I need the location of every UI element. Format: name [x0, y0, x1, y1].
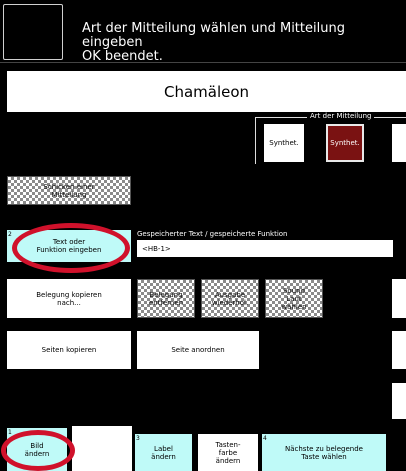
next-key-line-1: Nächste zu belegende: [284, 444, 363, 453]
instruction-line-2: OK beendet.: [82, 49, 163, 64]
message-type-group-label: Art der Mitteilung: [307, 112, 375, 120]
remove-assignment-button[interactable]: Belegung entfernen: [137, 279, 195, 318]
choose-sound-button[interactable]: Sound Laut wählen: [265, 279, 323, 318]
page-title: Chamäleon: [7, 71, 406, 112]
choose-sound-line-2: Laut: [286, 294, 302, 303]
change-image-line-1: Bild: [30, 441, 44, 450]
instruction-line-1: Art der Mitteilung wählen und Mitteilung…: [82, 21, 345, 50]
change-key-color-button[interactable]: Tasten- farbe ändern: [198, 434, 258, 471]
send-message-line-2: Mitteilung: [51, 190, 87, 199]
instruction-text: Art der Mitteilung wählen und Mitteilung…: [82, 22, 400, 64]
right-partial-button-1[interactable]: [392, 279, 406, 318]
right-partial-button-2[interactable]: [392, 331, 406, 369]
send-message-button[interactable]: Schicken einer Mitteilung: [7, 176, 131, 205]
change-key-color-line-3: ändern: [215, 456, 241, 465]
choose-sound-line-3: wählen: [281, 302, 307, 311]
tile-number: 2: [8, 231, 12, 238]
change-label-line-1: Label: [154, 444, 173, 453]
instruction-icon-box: [3, 4, 63, 60]
remove-assignment-line-1: Belegung: [149, 290, 183, 299]
remove-assignment-line-2: entfernen: [148, 298, 184, 307]
choose-sound-line-1: Sound: [282, 286, 306, 295]
repeat-output-button[interactable]: Ausgabe wiederhol.: [201, 279, 259, 318]
tile-number: 3: [136, 435, 140, 442]
tile-number: 1: [8, 429, 12, 436]
stored-function-label: Gespeicherter Text / gespeicherte Funkti…: [137, 230, 288, 238]
change-image-line-2: ändern: [24, 449, 50, 458]
image-preview[interactable]: [72, 426, 132, 471]
tile-number: 4: [263, 435, 267, 442]
text-or-function-line-1: Text oder: [52, 238, 86, 246]
change-label-line-2: ändern: [151, 452, 176, 461]
send-message-line-1: Schicken einer: [43, 182, 95, 191]
change-image-button[interactable]: 1 Bild ändern: [7, 428, 67, 471]
text-or-function-button[interactable]: 2 Text oder Funktion eingeben: [7, 230, 131, 262]
message-type-option-partial[interactable]: [392, 124, 406, 162]
arrange-page-button[interactable]: Seite anordnen: [137, 331, 259, 369]
text-or-function-line-2: Funktion eingeben: [36, 246, 102, 254]
repeat-output-line-2: wiederhol.: [211, 298, 249, 307]
change-key-color-line-1: Tasten-: [215, 440, 241, 449]
copy-assignment-button[interactable]: Belegung kopieren nach...: [7, 279, 131, 318]
repeat-output-line-1: Ausgabe: [214, 290, 246, 299]
stored-function-field[interactable]: <HB-1>: [137, 240, 393, 257]
copy-assignment-line-1: Belegung kopieren: [36, 290, 102, 299]
next-key-button[interactable]: 4 Nächste zu belegende Taste wählen: [262, 434, 386, 471]
right-partial-button-3[interactable]: [392, 383, 406, 419]
change-key-color-line-2: farbe: [218, 448, 238, 457]
next-key-line-2: Taste wählen: [301, 452, 347, 461]
synthetic-option-button[interactable]: Synthet.: [264, 124, 304, 162]
copy-pages-button[interactable]: Seiten kopieren: [7, 331, 131, 369]
synthetic-option-selected-button[interactable]: Synthet.: [326, 124, 364, 162]
copy-assignment-line-2: nach...: [57, 298, 81, 307]
change-label-button[interactable]: 3 Label ändern: [135, 434, 192, 471]
